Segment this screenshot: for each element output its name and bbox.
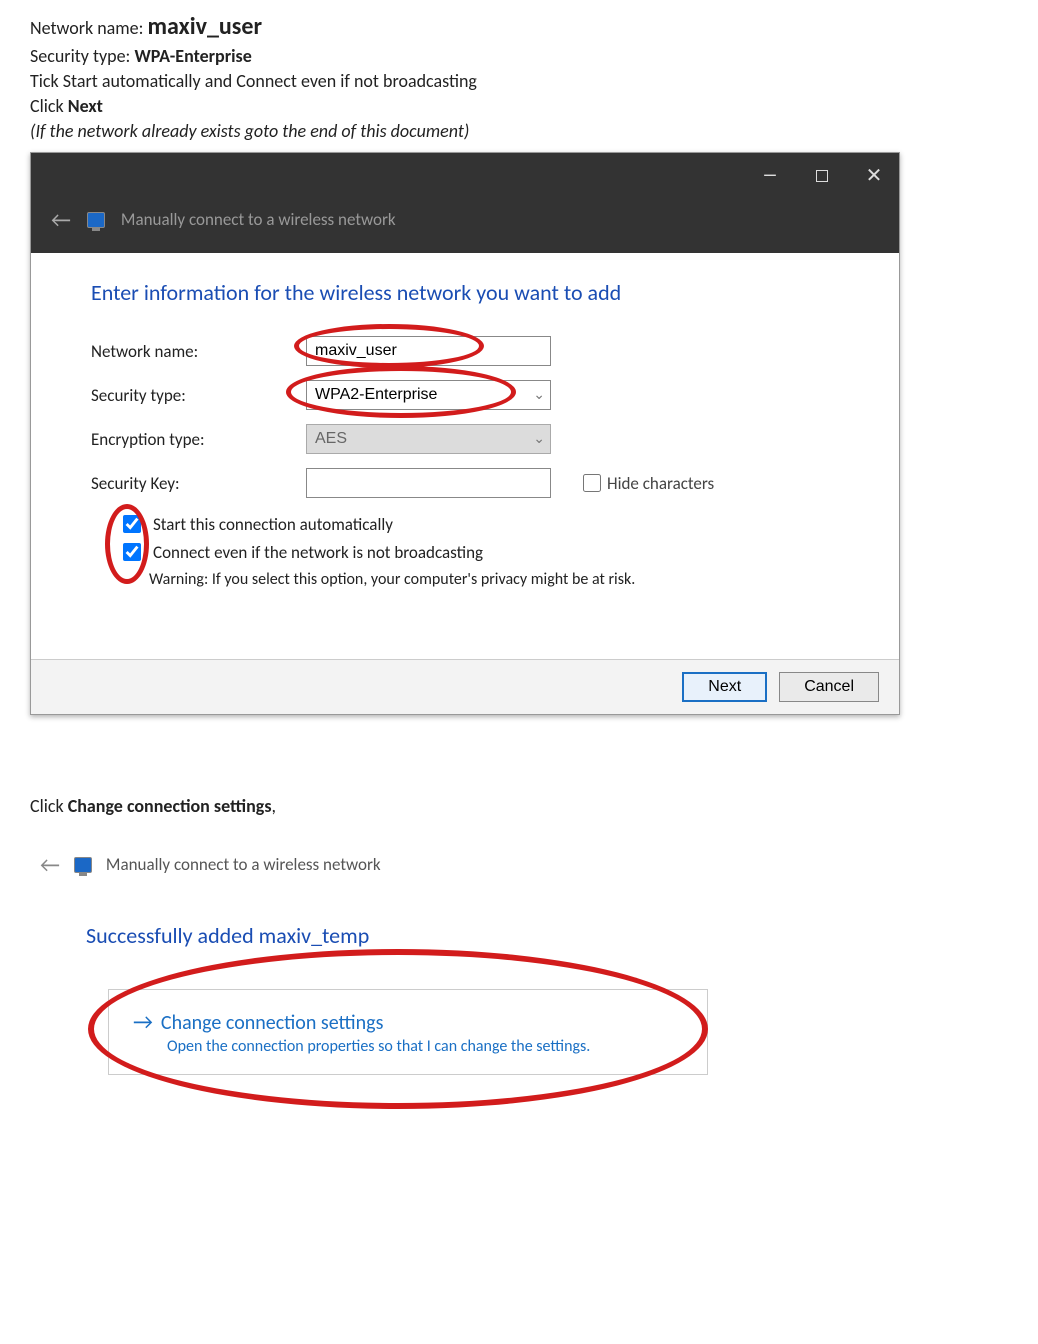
label-security-type: Security type:: [91, 385, 306, 406]
label-encryption-type: Encryption type:: [91, 429, 306, 450]
wizard2-titlebar: ← Manually connect to a wireless network: [40, 845, 720, 898]
instr-text: ,: [272, 795, 277, 817]
hide-characters-label: Hide characters: [607, 473, 714, 494]
security-key-input[interactable]: [306, 468, 551, 498]
window-controls: — ✕: [31, 153, 899, 198]
intro-line3: Tick Start automatically and Connect eve…: [30, 69, 1008, 94]
intro-label: Network name:: [30, 17, 148, 39]
wizard-success: ← Manually connect to a wireless network…: [30, 837, 730, 1075]
intro-click: Click: [30, 95, 68, 117]
instr-text: Click: [30, 795, 68, 817]
connect-not-broadcasting-label: Connect even if the network is not broad…: [153, 542, 483, 563]
close-icon[interactable]: ✕: [865, 167, 883, 185]
network-icon: [87, 212, 105, 228]
maximize-icon[interactable]: [813, 167, 831, 185]
link-title: Change connection settings: [161, 1011, 384, 1035]
encryption-type-select: [306, 424, 551, 454]
back-arrow-icon[interactable]: ←: [51, 206, 71, 233]
security-type-select[interactable]: [306, 380, 551, 410]
cancel-button[interactable]: Cancel: [779, 672, 879, 702]
wizard2-heading: Successfully added maxiv_temp: [86, 922, 720, 949]
link-subtitle: Open the connection properties so that I…: [167, 1037, 683, 1056]
wizard2-title: Manually connect to a wireless network: [106, 854, 381, 875]
intro-security-type: WPA-Enterprise: [134, 45, 251, 67]
intro-network-name: maxiv_user: [148, 12, 262, 41]
instr-bold: Change connection settings: [68, 795, 272, 817]
start-automatically-label: Start this connection automatically: [153, 514, 393, 535]
connect-not-broadcasting-checkbox[interactable]: [123, 543, 141, 561]
hide-characters-checkbox[interactable]: [583, 474, 601, 492]
network-icon: [74, 857, 92, 873]
change-connection-settings-link[interactable]: → Change connection settings Open the con…: [108, 989, 708, 1075]
instruction-block-1: Network name: maxiv_user Security type: …: [30, 10, 1008, 144]
wizard-titlebar: ← Manually connect to a wireless network: [31, 198, 899, 253]
label-security-key: Security Key:: [91, 473, 306, 494]
wizard-add-network: — ✕ ← Manually connect to a wireless net…: [30, 152, 900, 715]
wizard-button-row: Next Cancel: [31, 659, 899, 714]
start-automatically-checkbox[interactable]: [123, 515, 141, 533]
intro-note: (If the network already exists goto the …: [30, 120, 469, 142]
label-network-name: Network name:: [91, 341, 306, 362]
wizard-title: Manually connect to a wireless network: [121, 209, 396, 230]
minimize-icon[interactable]: —: [761, 167, 779, 185]
back-arrow-icon[interactable]: ←: [40, 851, 60, 878]
privacy-warning: Warning: If you select this option, your…: [149, 570, 839, 589]
network-name-input[interactable]: [306, 336, 551, 366]
instruction-block-2: Click Change connection settings,: [30, 795, 1008, 817]
wizard-heading: Enter information for the wireless netwo…: [91, 279, 839, 306]
arrow-right-icon: →: [133, 1008, 153, 1035]
next-button[interactable]: Next: [682, 672, 767, 702]
intro-next: Next: [68, 95, 103, 117]
intro-label: Security type:: [30, 45, 134, 67]
